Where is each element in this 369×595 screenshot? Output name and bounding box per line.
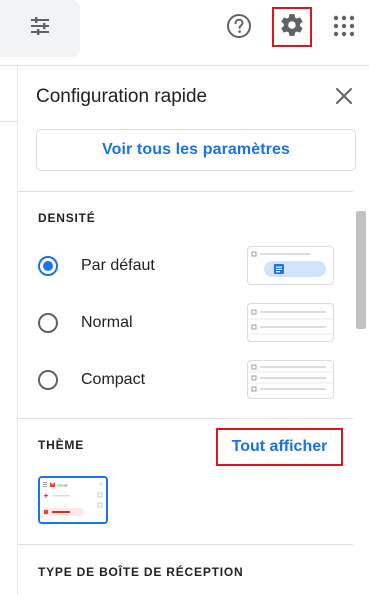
density-normal-thumbnail: [247, 303, 334, 342]
radio-button-checked[interactable]: [38, 256, 58, 276]
density-option-label: Par défaut: [81, 257, 155, 274]
density-option-label: Normal: [81, 314, 133, 331]
background-mail-area: [0, 66, 18, 595]
divider: [18, 544, 353, 545]
tune-icon: [28, 14, 52, 43]
help-icon: [226, 13, 252, 44]
close-button[interactable]: [332, 86, 356, 110]
inbox-type-section-label: TYPE DE BOÎTE DE RÉCEPTION: [38, 565, 244, 579]
search-options-button[interactable]: [0, 0, 80, 57]
quick-settings-panel: Configuration rapide Voir tous les param…: [18, 66, 369, 595]
density-compact-thumbnail: [247, 360, 334, 399]
divider: [18, 418, 353, 419]
radio-button[interactable]: [38, 313, 58, 333]
close-icon: [335, 87, 353, 110]
apps-grid-icon: [333, 15, 355, 42]
help-button[interactable]: [219, 8, 259, 48]
apps-button[interactable]: [324, 8, 364, 48]
divider: [0, 121, 18, 122]
radio-button[interactable]: [38, 370, 58, 390]
settings-button[interactable]: [272, 7, 312, 47]
divider: [18, 191, 353, 192]
top-bar: [0, 0, 369, 66]
panel-scrollbar[interactable]: [356, 211, 366, 329]
density-section-label: DENSITÉ: [38, 211, 96, 225]
gear-icon: [279, 12, 305, 43]
show-all-themes-link[interactable]: Tout afficher: [216, 428, 343, 466]
theme-section-label: THÈME: [38, 438, 84, 452]
panel-title: Configuration rapide: [36, 86, 208, 107]
see-all-settings-button[interactable]: Voir tous les paramètres: [36, 129, 356, 171]
density-default-thumbnail: [247, 246, 334, 285]
density-option-label: Compact: [81, 371, 146, 388]
theme-thumbnail[interactable]: Gmail: [38, 476, 108, 524]
theme-thumbnail-text: Gmail: [57, 483, 68, 488]
